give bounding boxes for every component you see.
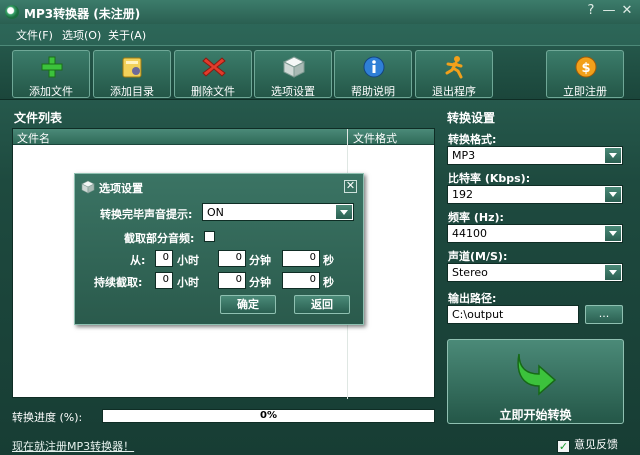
add-file-icon	[41, 56, 63, 78]
title-bar: MP3转换器 (未注册) ? — ✕	[0, 0, 640, 24]
output-path-input[interactable]: C:\output	[447, 305, 579, 324]
add-file-label: 添加文件	[29, 85, 73, 98]
help-info-label: 帮助说明	[351, 85, 395, 98]
sound-prompt-select[interactable]: ON	[202, 203, 354, 221]
options-cube-icon	[81, 180, 95, 194]
feedback-label: 意见反馈	[574, 438, 618, 451]
menu-options[interactable]: 选项(O)	[62, 27, 101, 43]
options-label: 选项设置	[271, 85, 315, 98]
add-file-button[interactable]: 添加文件	[12, 50, 90, 98]
exit-button[interactable]: 退出程序	[415, 50, 493, 98]
mp3-converter-window: MP3转换器 (未注册) ? — ✕ 文件(F) 选项(O) 关于(A) 添加文…	[0, 0, 640, 455]
close-button[interactable]: ✕	[619, 3, 635, 19]
from-label: 从:	[130, 254, 146, 267]
duration-seconds-input[interactable]: 0	[282, 272, 320, 289]
convert-arrow-icon	[517, 353, 557, 396]
progress-bar: 0%	[102, 409, 435, 423]
progress-text: 0%	[260, 410, 277, 421]
register-coin-icon: $	[575, 56, 597, 78]
info-icon	[363, 56, 385, 78]
output-path-value: C:\output	[452, 308, 504, 321]
format-label: 转换格式:	[448, 133, 497, 146]
minutes-unit: 分钟	[249, 276, 271, 289]
menu-file[interactable]: 文件(F)	[16, 27, 53, 43]
seconds-unit: 秒	[323, 254, 334, 267]
bitrate-label: 比特率 (Kbps):	[448, 172, 531, 185]
from-hours-input[interactable]: 0	[155, 250, 173, 267]
help-button[interactable]: ?	[583, 3, 599, 19]
sound-prompt-label: 转换完毕声音提示:	[100, 208, 193, 221]
menu-about[interactable]: 关于(A)	[108, 27, 146, 43]
ok-button[interactable]: 确定	[220, 295, 276, 314]
file-list-header: 文件名 文件格式	[13, 129, 434, 145]
dialog-title: 选项设置	[99, 182, 143, 195]
exit-label: 退出程序	[432, 85, 476, 98]
progress-label: 转换进度 (%):	[12, 411, 83, 424]
channel-label: 声道(M/S):	[448, 250, 508, 263]
format-select[interactable]: MP3	[447, 146, 623, 165]
hours-unit: 小时	[177, 254, 199, 267]
add-folder-icon	[122, 57, 142, 78]
window-title: MP3转换器 (未注册)	[24, 7, 141, 21]
dialog-close-button[interactable]: ✕	[344, 180, 357, 193]
app-logo-icon	[5, 5, 19, 19]
add-folder-button[interactable]: 添加目录	[93, 50, 171, 98]
duration-minutes-input[interactable]: 0	[218, 272, 246, 289]
check-icon: ✓	[557, 440, 570, 453]
chevron-down-icon[interactable]	[605, 187, 621, 202]
seconds-unit: 秒	[323, 276, 334, 289]
minimize-button[interactable]: —	[601, 3, 617, 19]
chevron-down-icon[interactable]	[605, 226, 621, 241]
add-folder-label: 添加目录	[110, 85, 154, 98]
start-convert-button[interactable]: 立即开始转换	[447, 339, 624, 424]
duration-label: 持续截取:	[94, 276, 143, 289]
chevron-down-icon[interactable]	[336, 205, 352, 219]
options-button[interactable]: 选项设置	[254, 50, 332, 98]
frequency-select[interactable]: 44100	[447, 224, 623, 243]
back-button[interactable]: 返回	[294, 295, 350, 314]
register-now-link[interactable]: 现在就注册MP3转换器！	[12, 438, 134, 454]
delete-file-label: 删除文件	[191, 85, 235, 98]
file-list-title: 文件列表	[14, 111, 63, 125]
duration-hours-input[interactable]: 0	[155, 272, 173, 289]
bitrate-select[interactable]: 192	[447, 185, 623, 204]
channel-select[interactable]: Stereo	[447, 263, 623, 282]
menu-bar: 文件(F) 选项(O) 关于(A)	[0, 24, 640, 44]
start-convert-label: 立即开始转换	[499, 408, 572, 422]
register-button[interactable]: $ 立即注册	[546, 50, 624, 98]
settings-title: 转换设置	[447, 111, 496, 125]
hours-unit: 小时	[177, 276, 199, 289]
exit-runner-icon	[445, 56, 463, 79]
from-seconds-input[interactable]: 0	[282, 250, 320, 267]
bitrate-value: 192	[452, 188, 473, 201]
options-dialog: 选项设置 ✕ 转换完毕声音提示: ON 截取部分音频: 从: 0 小时 0 分钟…	[74, 173, 364, 325]
frequency-value: 44100	[452, 227, 487, 240]
channel-value: Stereo	[452, 266, 488, 279]
frequency-label: 频率 (Hz):	[448, 211, 504, 224]
format-value: MP3	[452, 149, 476, 162]
register-label: 立即注册	[563, 85, 607, 98]
help-info-button[interactable]: 帮助说明	[334, 50, 412, 98]
output-path-label: 输出路径:	[448, 292, 497, 305]
delete-file-button[interactable]: 删除文件	[174, 50, 252, 98]
sound-prompt-value: ON	[207, 206, 224, 219]
browse-button[interactable]: ...	[585, 305, 623, 324]
from-minutes-input[interactable]: 0	[218, 250, 246, 267]
options-cube-icon	[282, 56, 306, 78]
minutes-unit: 分钟	[249, 254, 271, 267]
chevron-down-icon[interactable]	[605, 265, 621, 280]
toolbar: 添加文件 添加目录 删除文件 选项设置 帮助说明 退出程序 $ 立即注册	[0, 45, 640, 100]
partial-audio-label: 截取部分音频:	[124, 232, 195, 245]
svg-text:$: $	[581, 61, 590, 76]
partial-audio-checkbox[interactable]	[204, 231, 215, 242]
column-format[interactable]: 文件格式	[353, 130, 397, 146]
feedback-link[interactable]: ✓ 意见反馈	[557, 436, 618, 453]
column-filename[interactable]: 文件名	[17, 130, 50, 146]
chevron-down-icon[interactable]	[605, 148, 621, 163]
delete-file-icon	[202, 57, 226, 77]
